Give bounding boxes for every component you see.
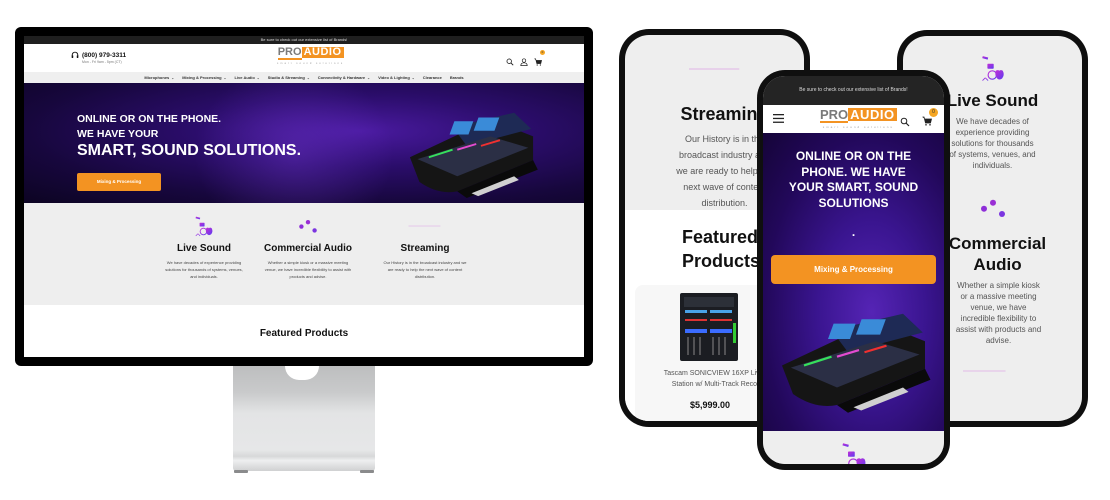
chevron-down-icon: ⌄	[256, 76, 260, 80]
chevron-down-icon: ⌄	[171, 76, 175, 80]
hero-heading: ONLINE OR ON THE PHONE. WE HAVE YOUR SMA…	[788, 149, 919, 210]
chevron-down-icon: ⌄	[306, 76, 310, 80]
product-image	[680, 293, 738, 361]
cart-count-badge: 0	[929, 108, 938, 117]
product-name-line: Station w/ Multi-Track Record	[671, 381, 764, 388]
search-icon[interactable]	[900, 117, 910, 127]
hero-line-2: WE HAVE YOUR	[77, 128, 159, 140]
sound-wave-icon	[963, 356, 1007, 386]
category-description: We have decades of experience providing …	[165, 260, 243, 279]
band-instruments-icon	[979, 54, 1007, 82]
hero-line-3: SMART, SOUND SOLUTIONS.	[77, 142, 302, 159]
heading-line: Featured	[682, 227, 759, 247]
nav-mixing-processing[interactable]: Mixing & Processing ⌄	[182, 75, 226, 80]
mixing-console-image	[771, 308, 936, 413]
phone-center: Be sure to check out our extensive list …	[757, 70, 950, 470]
product-name-line: Tascam SONICVIEW 16XP Live M	[663, 370, 772, 377]
hero-cta-button[interactable]: Mixing & Processing	[771, 255, 936, 284]
cart-button[interactable]: 0	[922, 108, 938, 131]
sound-wave-icon	[408, 215, 442, 237]
monitor-stand	[233, 366, 375, 473]
cart-button[interactable]: 0	[534, 50, 545, 71]
nav-studio-streaming[interactable]: Studio & Streaming ⌄	[268, 75, 310, 80]
hero-banner: ONLINE OR ON THE PHONE. WE HAVE YOUR SMA…	[763, 133, 944, 431]
logo-tagline: smart sound solutions	[277, 62, 345, 65]
site-header: (800) 979-3311 Mon - Fri 9am - 5pm (CT) …	[24, 44, 584, 72]
main-nav: Microphones ⌄ Mixing & Processing ⌄ Live A…	[24, 72, 584, 83]
title-line: Audio	[973, 255, 1022, 274]
site-logo[interactable]: PRO AUDIO smart sound solutions	[277, 47, 344, 65]
nav-brands[interactable]: Brands	[450, 75, 464, 80]
band-instruments-icon	[193, 215, 215, 237]
chevron-down-icon: ⌄	[367, 76, 371, 80]
category-section	[763, 431, 944, 464]
stand-foot	[234, 470, 248, 473]
nav-live-audio[interactable]: Live Audio ⌄	[234, 75, 259, 80]
sound-wave-icon	[689, 49, 741, 89]
logo-tagline: smart sound solutions	[822, 125, 894, 129]
nav-connectivity-hardware[interactable]: Connectivity & Hardware ⌄	[318, 75, 370, 80]
stand-foot	[360, 470, 374, 473]
featured-products-heading: Featured Products	[259, 328, 349, 339]
announcement-bar[interactable]: Be sure to check out our extensive list …	[763, 76, 944, 105]
nav-microphones[interactable]: Microphones ⌄	[144, 75, 174, 80]
business-hours: Mon - Fri 9am - 5pm (CT)	[82, 60, 122, 64]
category-description: Whether a simple kiosk or a massive meet…	[264, 260, 352, 279]
heading-line: Products	[682, 251, 761, 271]
nav-label: Video & Lighting	[378, 75, 410, 80]
cart-icon	[534, 58, 543, 66]
category-commercial-audio[interactable]: Commercial Audio Whether a simple kiosk …	[255, 215, 361, 280]
category-section: Live Sound We have decades of experience…	[24, 203, 584, 305]
band-instruments-icon	[839, 441, 869, 464]
hero-line-1: ONLINE OR ON THE PHONE.	[77, 113, 222, 125]
nav-label: Studio & Streaming	[267, 75, 305, 80]
hero-banner: ONLINE OR ON THE PHONE. WE HAVE YOUR SMA…	[24, 83, 584, 203]
nav-label: Microphones	[144, 75, 170, 80]
category-live-sound[interactable]: Live Sound We have decades of experience…	[154, 215, 254, 280]
title-line: Commercial	[948, 234, 1047, 253]
phone-center-screen: Be sure to check out our extensive list …	[763, 76, 944, 464]
category-description: Our History is in the broadcast industry…	[383, 260, 467, 279]
nav-label: Connectivity & Hardware	[317, 75, 366, 80]
logo-audio: AUDIO	[301, 46, 344, 58]
category-title: Live Sound	[177, 243, 231, 254]
stand-cutout	[285, 366, 319, 380]
nav-label: Mixing & Processing	[182, 75, 222, 80]
phone-number[interactable]: (800) 979-3311	[82, 52, 126, 59]
sliders-icon	[978, 191, 1008, 225]
site-logo[interactable]: PRO AUDIO smart sound solutions	[820, 108, 897, 129]
headset-icon	[71, 51, 79, 58]
desktop-screen: Be sure to check out our extensive list …	[24, 36, 584, 357]
hamburger-menu-icon[interactable]	[773, 114, 784, 123]
logo-pro: PRO	[820, 107, 849, 123]
desktop-monitor: Be sure to check out our extensive list …	[15, 27, 593, 366]
mixing-console-image	[399, 108, 544, 198]
logo-audio: AUDIO	[848, 107, 897, 122]
chevron-down-icon: ⌄	[411, 76, 415, 80]
header-actions: 0	[506, 50, 545, 71]
cart-count-badge: 0	[540, 50, 545, 55]
announcement-bar[interactable]: Be sure to check out our extensive list …	[24, 36, 584, 44]
cart-icon	[922, 116, 933, 126]
category-title: Streaming	[400, 243, 450, 254]
product-mockup-stage: Be sure to check out our extensive list …	[0, 0, 1110, 500]
logo-pro: PRO	[277, 46, 302, 60]
hero-cta-button[interactable]: Mixing & Processing	[77, 173, 161, 191]
nav-clearance[interactable]: Clearance	[423, 75, 442, 80]
sliders-icon	[297, 215, 319, 237]
hero-heading-dot: .	[851, 225, 856, 239]
nav-label: Live Audio	[234, 75, 255, 80]
category-title: Commercial Audio	[264, 243, 352, 254]
header-actions: 0	[900, 108, 938, 131]
nav-video-lighting[interactable]: Video & Lighting ⌄	[378, 75, 415, 80]
account-icon[interactable]	[520, 58, 528, 66]
search-icon[interactable]	[506, 58, 514, 66]
chevron-down-icon: ⌄	[223, 76, 227, 80]
mobile-header: PRO AUDIO smart sound solutions 0	[763, 105, 944, 133]
contact-phone[interactable]: (800) 979-3311 Mon - Fri 9am - 5pm (CT)	[71, 51, 126, 64]
category-streaming[interactable]: Streaming Our History is in the broadcas…	[375, 215, 475, 280]
